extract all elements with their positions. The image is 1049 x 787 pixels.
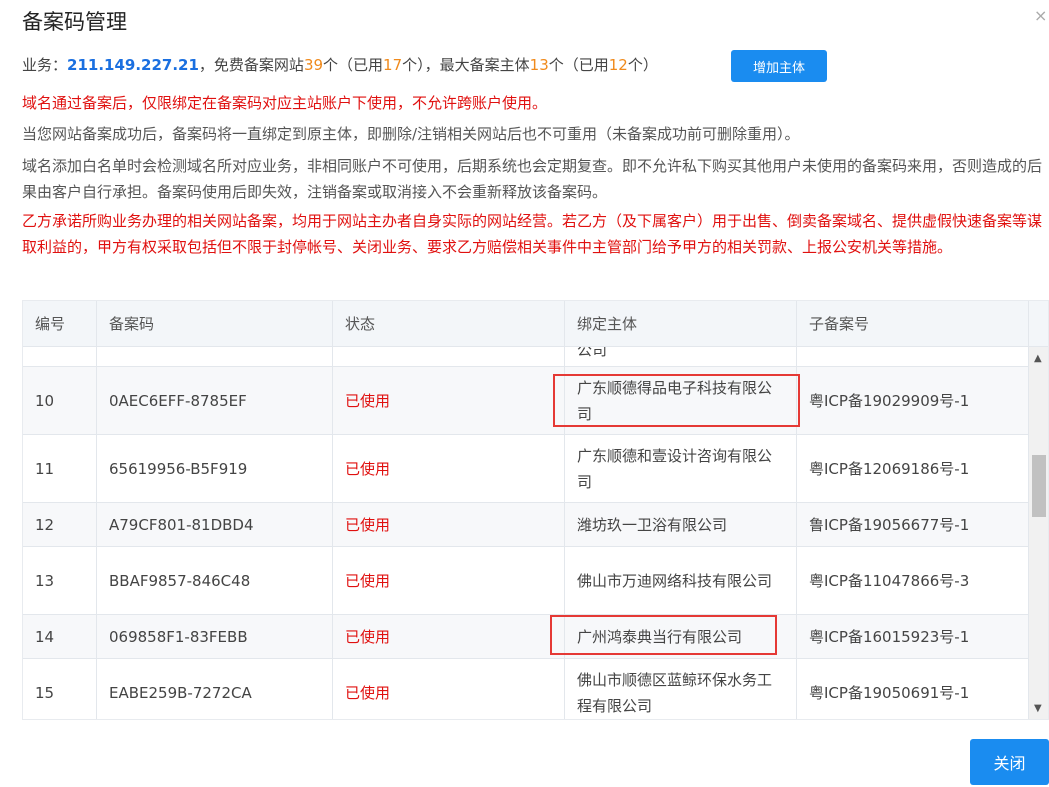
cell-status xyxy=(333,347,565,366)
dialog-title: 备案码管理 xyxy=(22,10,127,34)
cell-status: 已使用 xyxy=(333,547,565,614)
cell-icp: 粤ICP备11047866号-3 xyxy=(797,547,1029,614)
cell-id: 13 xyxy=(23,547,97,614)
notice-commitment: 乙方承诺所购业务办理的相关网站备案，均用于网站主办者自身实际的网站经营。若乙方（… xyxy=(22,212,1043,256)
table-scrollbar[interactable]: ▲ ▼ xyxy=(1029,347,1048,719)
business-summary: 业务：211.149.227.21，免费备案网站39个（已用17个），最大备案主… xyxy=(22,54,658,75)
summary-text-2: 个（已用 xyxy=(323,56,384,74)
filing-code-table: 编号 备案码 状态 绑定主体 子备案号 公司 10 0AEC6EFF-8785E… xyxy=(22,300,1049,720)
summary-text-1: ，免费备案网站 xyxy=(198,56,304,74)
cell-entity: 潍坊玖一卫浴有限公司 xyxy=(565,503,797,546)
cell-icp: 粤ICP备19029909号-1 xyxy=(797,367,1029,434)
cell-status: 已使用 xyxy=(333,615,565,658)
cell-icp: 粤ICP备12069186号-1 xyxy=(797,435,1029,502)
header-icp: 子备案号 xyxy=(797,301,1029,347)
cell-entity: 佛山市顺德区蓝鲸环保水务工程有限公司 xyxy=(565,659,797,719)
cell-entity: 公司 xyxy=(565,347,797,366)
scroll-down-icon[interactable]: ▼ xyxy=(1034,703,1042,714)
close-button[interactable]: 关闭 xyxy=(970,739,1049,785)
business-label: 业务： xyxy=(22,56,68,74)
table-row[interactable]: 13 BBAF9857-846C48 已使用 佛山市万迪网络科技有限公司 粤IC… xyxy=(23,547,1029,615)
table-row[interactable]: 11 65619956-B5F919 已使用 广东顺德和壹设计咨询有限公司 粤I… xyxy=(23,435,1029,503)
summary-text-4: 个（已用 xyxy=(548,56,609,74)
cell-code: A79CF801-81DBD4 xyxy=(97,503,333,546)
cell-entity-text: 公司 xyxy=(577,347,608,359)
used-sites-count: 17 xyxy=(383,56,403,74)
cell-id: 15 xyxy=(23,659,97,719)
header-entity: 绑定主体 xyxy=(565,301,797,347)
cell-code xyxy=(97,347,333,366)
cell-status: 已使用 xyxy=(333,503,565,546)
cell-icp xyxy=(797,347,1029,366)
header-code: 备案码 xyxy=(97,301,333,347)
table-row[interactable]: 15 EABE259B-7272CA 已使用 佛山市顺德区蓝鲸环保水务工程有限公… xyxy=(23,659,1029,719)
summary-text-5: 个） xyxy=(627,56,658,74)
cell-entity: 广州鸿泰典当行有限公司 xyxy=(565,615,797,658)
cell-id: 12 xyxy=(23,503,97,546)
cell-entity: 佛山市万迪网络科技有限公司 xyxy=(565,547,797,614)
cell-icp: 粤ICP备19050691号-1 xyxy=(797,659,1029,719)
notice-binding: 当您网站备案成功后，备案码将一直绑定到原主体，即删除/注销相关网站后也不可重用（… xyxy=(22,125,800,143)
cell-icp: 鲁ICP备19056677号-1 xyxy=(797,503,1029,546)
add-entity-button[interactable]: 增加主体 xyxy=(731,50,827,82)
table-row-partial: 公司 xyxy=(23,347,1029,367)
business-ip: 211.149.227.21 xyxy=(67,56,199,74)
table-row[interactable]: 14 069858F1-83FEBB 已使用 广州鸿泰典当行有限公司 粤ICP备… xyxy=(23,615,1029,659)
notice-whitelist: 域名添加白名单时会检测域名所对应业务，非相同账户不可使用，后期系统也会定期复查。… xyxy=(22,157,1043,201)
table-row[interactable]: 12 A79CF801-81DBD4 已使用 潍坊玖一卫浴有限公司 鲁ICP备1… xyxy=(23,503,1029,547)
cell-id: 10 xyxy=(23,367,97,434)
max-entities-count: 13 xyxy=(529,56,549,74)
cell-id: 11 xyxy=(23,435,97,502)
cell-status: 已使用 xyxy=(333,659,565,719)
cell-code: 65619956-B5F919 xyxy=(97,435,333,502)
free-sites-count: 39 xyxy=(303,56,324,74)
header-status: 状态 xyxy=(333,301,565,347)
cell-id: 14 xyxy=(23,615,97,658)
cell-status: 已使用 xyxy=(333,367,565,434)
table-header: 编号 备案码 状态 绑定主体 子备案号 xyxy=(23,301,1048,347)
cell-code: 069858F1-83FEBB xyxy=(97,615,333,658)
notice-cross-account: 域名通过备案后，仅限绑定在备案码对应主站账户下使用，不允许跨账户使用。 xyxy=(22,94,548,112)
cell-id xyxy=(23,347,97,366)
table-row[interactable]: 10 0AEC6EFF-8785EF 已使用 广东顺德得品电子科技有限公司 粤I… xyxy=(23,367,1029,435)
used-entities-count: 12 xyxy=(608,56,628,74)
cell-entity: 广东顺德得品电子科技有限公司 xyxy=(565,367,797,434)
close-icon[interactable]: × xyxy=(1034,6,1047,25)
header-id: 编号 xyxy=(23,301,97,347)
cell-entity: 广东顺德和壹设计咨询有限公司 xyxy=(565,435,797,502)
cell-code: BBAF9857-846C48 xyxy=(97,547,333,614)
cell-code: EABE259B-7272CA xyxy=(97,659,333,719)
table-body: 公司 10 0AEC6EFF-8785EF 已使用 广东顺德得品电子科技有限公司… xyxy=(23,347,1029,719)
summary-text-3: 个），最大备案主体 xyxy=(402,56,530,74)
cell-code: 0AEC6EFF-8785EF xyxy=(97,367,333,434)
cell-status: 已使用 xyxy=(333,435,565,502)
scrollbar-thumb[interactable] xyxy=(1032,455,1046,517)
cell-icp: 粤ICP备16015923号-1 xyxy=(797,615,1029,658)
scroll-up-icon[interactable]: ▲ xyxy=(1034,353,1042,364)
